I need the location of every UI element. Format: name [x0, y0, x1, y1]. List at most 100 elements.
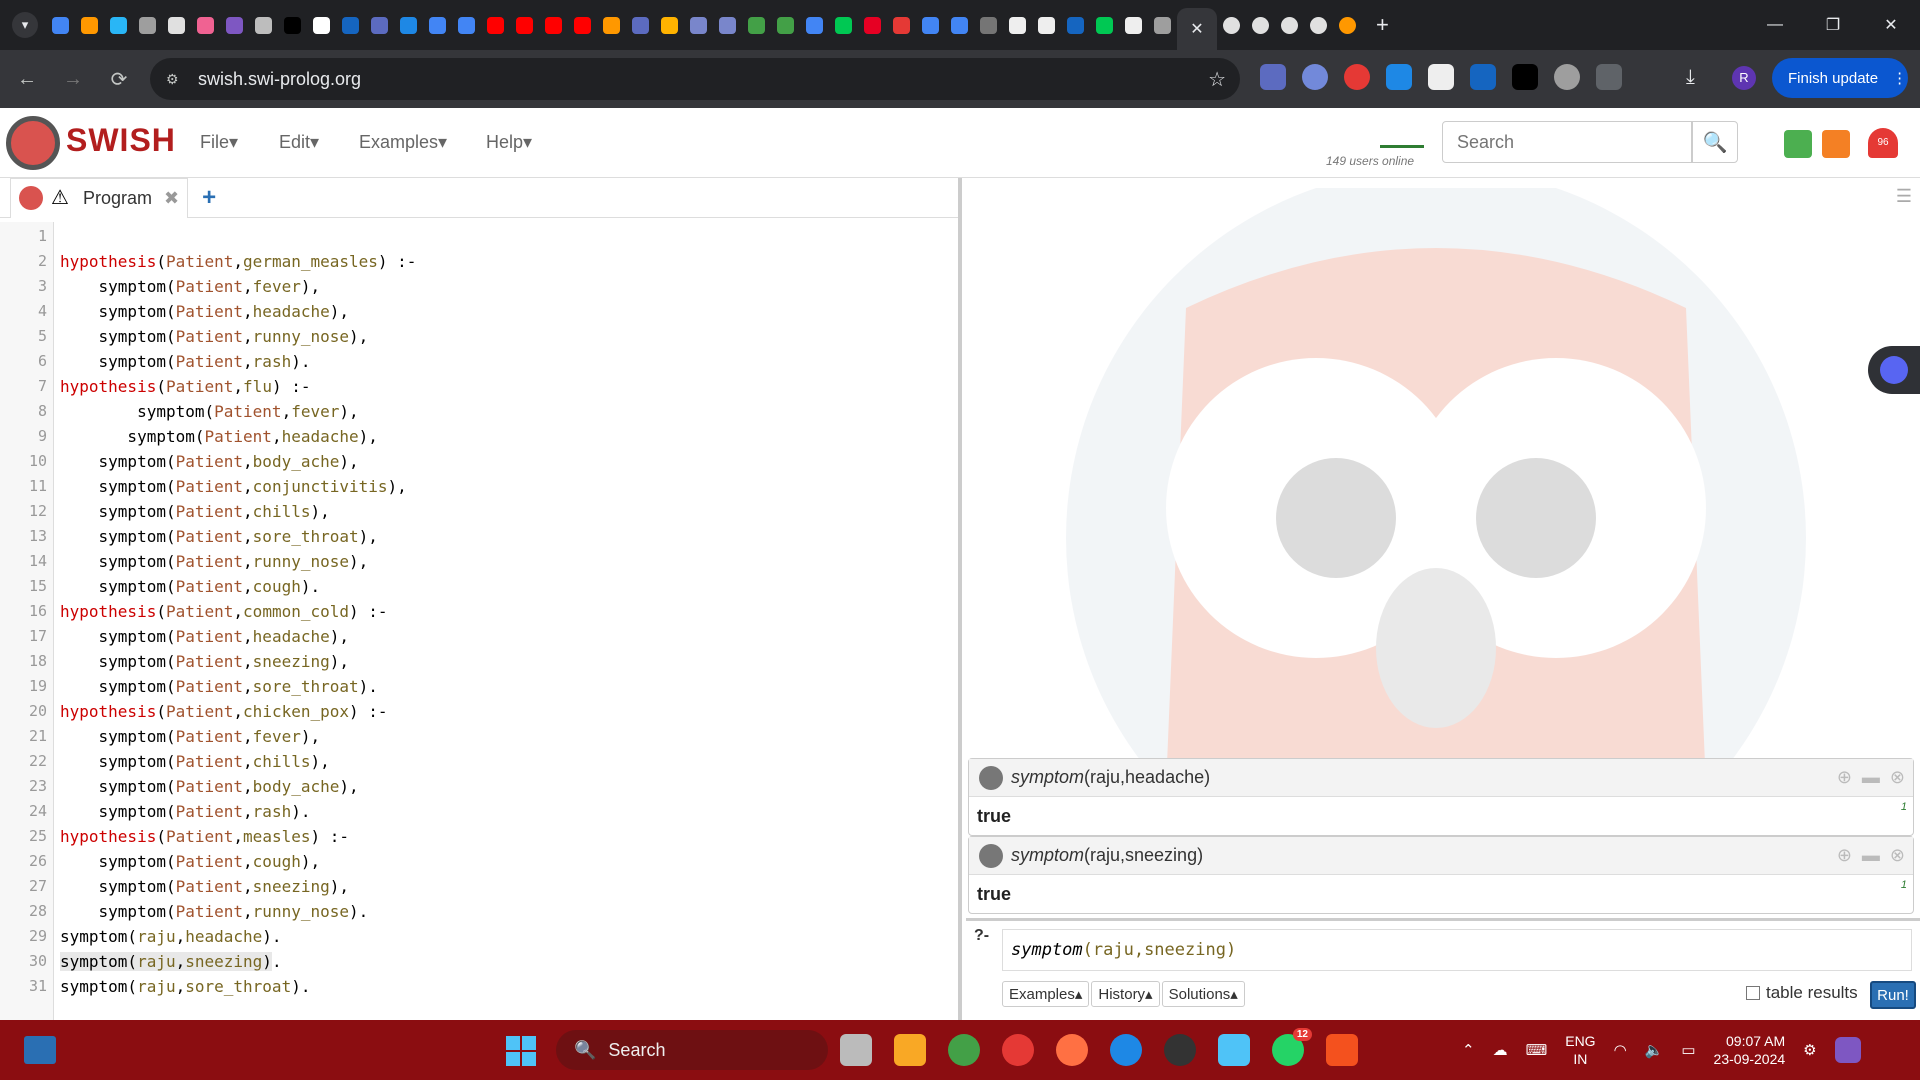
notification-bell-icon[interactable]: 96 [1868, 128, 1898, 158]
tab-favicon[interactable] [133, 0, 162, 50]
tab-favicon[interactable] [1061, 0, 1090, 50]
app-icon[interactable] [1164, 1034, 1196, 1066]
tab-favicon[interactable] [46, 0, 75, 50]
copilot-icon[interactable] [1834, 1037, 1861, 1063]
extension-icon[interactable] [1554, 64, 1580, 90]
tab-favicon[interactable] [1119, 0, 1148, 50]
code-line[interactable]: hypothesis(Patient,common_cold) :- [60, 599, 416, 624]
tab-favicon[interactable] [481, 0, 510, 50]
battery-icon[interactable]: ▭ [1681, 1041, 1695, 1059]
tab-favicon[interactable] [568, 0, 597, 50]
extension-icon[interactable] [1302, 64, 1328, 90]
code-line[interactable] [60, 224, 416, 249]
close-window-icon[interactable]: ✕ [1862, 0, 1920, 50]
chevron-down-icon[interactable]: ▾ [12, 12, 38, 38]
file-explorer-icon[interactable] [894, 1034, 926, 1066]
code-line[interactable]: symptom(Patient,headache), [60, 299, 416, 324]
code-line[interactable]: symptom(Patient,body_ache), [60, 449, 416, 474]
forward-icon[interactable]: → [54, 60, 92, 98]
code-line[interactable]: symptom(Patient,cough), [60, 849, 416, 874]
menu-icon[interactable]: ☰ [1896, 186, 1912, 207]
reload-icon[interactable]: ⟳ [100, 60, 138, 98]
close-query-icon[interactable]: ⊗ [1890, 767, 1905, 788]
code-line[interactable]: symptom(raju,sneezing). [60, 949, 416, 974]
tab-favicon[interactable] [1246, 0, 1275, 50]
tab-favicon[interactable] [1333, 0, 1362, 50]
code-line[interactable]: symptom(raju,headache). [60, 924, 416, 949]
settings-gear-icon[interactable]: ⚙ [1803, 1041, 1816, 1059]
volume-icon[interactable]: 🔈 [1645, 1041, 1664, 1059]
code-line[interactable]: symptom(Patient,chills), [60, 499, 416, 524]
code-line[interactable]: symptom(Patient,sore_throat). [60, 674, 416, 699]
code-line[interactable]: hypothesis(Patient,measles) :- [60, 824, 416, 849]
menu-examples[interactable]: Examples▾ [359, 132, 447, 153]
tab-favicon[interactable] [452, 0, 481, 50]
widgets-icon[interactable] [24, 1036, 56, 1064]
code-line[interactable]: symptom(Patient,rash). [60, 799, 416, 824]
code-line[interactable]: symptom(Patient,fever), [60, 724, 416, 749]
google-login-icon[interactable] [1784, 130, 1812, 158]
close-query-icon[interactable]: ⊗ [1890, 845, 1905, 866]
menu-edit[interactable]: Edit▾ [279, 132, 319, 153]
tab-favicon[interactable] [1217, 0, 1246, 50]
download-icon[interactable]: ⤓ [1686, 66, 1695, 89]
code-line[interactable]: symptom(raju,sore_throat). [60, 974, 416, 999]
code-line[interactable]: symptom(Patient,chills), [60, 749, 416, 774]
minimize-query-icon[interactable]: ▬ [1862, 767, 1880, 788]
extension-icon[interactable] [1386, 64, 1412, 90]
url-text[interactable]: swish.swi-prolog.org [198, 69, 361, 90]
tab-favicon[interactable] [1275, 0, 1304, 50]
tab-favicon[interactable] [771, 0, 800, 50]
run-button[interactable]: Run! [1870, 981, 1916, 1009]
tab-favicon[interactable] [597, 0, 626, 50]
language-indicator[interactable]: ENG IN [1565, 1032, 1595, 1068]
tab-favicon[interactable] [307, 0, 336, 50]
new-tab-button[interactable]: + [1376, 12, 1389, 38]
tab-favicon[interactable] [191, 0, 220, 50]
code-line[interactable]: hypothesis(Patient,chicken_pox) :- [60, 699, 416, 724]
code-line[interactable]: symptom(Patient,cough). [60, 574, 416, 599]
tab-favicon[interactable] [1304, 0, 1333, 50]
code-line[interactable]: symptom(Patient,headache), [60, 624, 416, 649]
code-line[interactable]: hypothesis(Patient,flu) :- [60, 374, 416, 399]
app-icon[interactable] [840, 1034, 872, 1066]
profile-avatar[interactable]: R [1732, 66, 1756, 90]
close-tab-icon[interactable]: ✖ [164, 188, 179, 209]
tab-favicon[interactable] [858, 0, 887, 50]
query-input[interactable]: symptom(raju,sneezing) [1002, 929, 1912, 971]
menu-file[interactable]: File▾ [200, 132, 238, 153]
tab-favicon[interactable] [220, 0, 249, 50]
tab-favicon[interactable] [1003, 0, 1032, 50]
code-line[interactable]: symptom(Patient,sneezing), [60, 874, 416, 899]
start-icon[interactable] [506, 1036, 536, 1066]
tab-favicon[interactable] [800, 0, 829, 50]
tab-favicon[interactable] [104, 0, 133, 50]
active-tab[interactable]: ✕ [1177, 8, 1217, 50]
chrome-icon[interactable] [948, 1034, 980, 1066]
extension-icon[interactable] [1260, 64, 1286, 90]
extension-icon[interactable] [1470, 64, 1496, 90]
tab-favicon[interactable] [539, 0, 568, 50]
app-icon[interactable] [1002, 1034, 1034, 1066]
minimize-icon[interactable]: — [1746, 0, 1804, 50]
swish-logo-icon[interactable] [6, 116, 60, 170]
address-bar[interactable]: ⚙ swish.swi-prolog.org ☆ [150, 58, 1240, 100]
code-line[interactable]: hypothesis(Patient,german_measles) :- [60, 249, 416, 274]
keyboard-icon[interactable]: ⌨ [1526, 1041, 1548, 1059]
tab-favicon[interactable] [713, 0, 742, 50]
code-line[interactable]: symptom(Patient,fever), [60, 399, 416, 424]
clock[interactable]: 09:07 AM 23-09-2024 [1714, 1032, 1786, 1068]
site-info-icon[interactable]: ⚙ [166, 71, 186, 88]
extension-icon[interactable] [1512, 64, 1538, 90]
restore-icon[interactable]: ❐ [1804, 0, 1862, 50]
wifi-icon[interactable]: ◠ [1614, 1041, 1627, 1059]
tab-favicon[interactable] [916, 0, 945, 50]
back-icon[interactable]: ← [8, 60, 46, 98]
tab-favicon[interactable] [1090, 0, 1119, 50]
tab-favicon[interactable] [974, 0, 1003, 50]
code-line[interactable]: symptom(Patient,runny_nose), [60, 549, 416, 574]
history-button[interactable]: History▴ [1091, 981, 1160, 1007]
stackoverflow-login-icon[interactable] [1822, 130, 1850, 158]
swish-title[interactable]: SWISH [66, 122, 176, 159]
firefox-icon[interactable] [1056, 1034, 1088, 1066]
